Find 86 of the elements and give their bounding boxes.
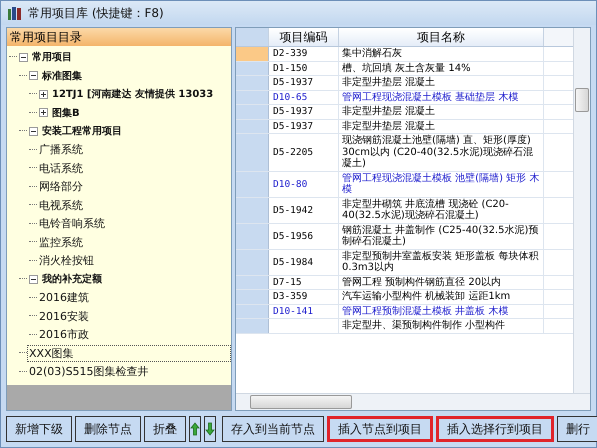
action-button[interactable]: 删行: [557, 416, 597, 442]
table-cell: D10-80: [269, 172, 339, 196]
tree-item[interactable]: 02(03)S515图集检查井: [27, 363, 151, 380]
action-button[interactable]: 存入到当前节点: [222, 416, 324, 442]
tree-item[interactable]: 我的补充定额: [40, 271, 104, 288]
table-cell: 集中消解石灰: [339, 47, 544, 60]
table-cell: 非定型井、渠预制构件制作 小型构件: [339, 319, 544, 332]
toolbar-button[interactable]: 折叠: [144, 416, 186, 442]
table-cell: 非定型预制井室盖板安装 矩形盖板 每块体积0.3m3以内: [339, 250, 544, 274]
row-header[interactable]: [236, 319, 269, 332]
row-header[interactable]: [236, 250, 269, 274]
move-down-button[interactable]: [204, 416, 216, 442]
table-cell: D2-339: [269, 47, 339, 60]
tree-item[interactable]: 标准图集: [40, 68, 84, 84]
table-cell: 管网工程现浇混凝土模板 池壁(隔墙) 矩形 木模: [339, 172, 544, 196]
tree-item[interactable]: 12TJ1 [河南建达 友情提供 13033: [50, 86, 216, 102]
tree-item[interactable]: XXX图集: [27, 344, 231, 362]
tree-item[interactable]: 2016安装: [37, 308, 91, 325]
table-cell: 管网工程预制混凝土模板 井盖板 木模: [339, 304, 544, 318]
table-cell: D1-150: [269, 62, 339, 75]
tree-item[interactable]: 电铃音响系统: [37, 215, 107, 232]
row-header[interactable]: [236, 47, 269, 60]
expand-icon[interactable]: [39, 108, 48, 118]
row-header[interactable]: [236, 120, 269, 133]
action-button[interactable]: 插入节点到项目: [327, 416, 433, 442]
table-cell: D5-1937: [269, 120, 339, 133]
table-cell: 汽车运输小型构件 机械装卸 运距1km: [339, 290, 544, 304]
row-header[interactable]: [236, 304, 269, 318]
row-header[interactable]: [236, 62, 269, 75]
table-cell: D5-2205: [269, 134, 339, 170]
table-cell: 管网工程 预制构件钢筋直径 20以内: [339, 276, 544, 289]
table-cell: 非定型井垫层 混凝土: [339, 76, 544, 90]
row-header[interactable]: [236, 198, 269, 222]
collapse-icon[interactable]: [19, 52, 28, 62]
row-header[interactable]: [236, 290, 269, 304]
tree-item[interactable]: 常用项目: [30, 49, 74, 66]
horizontal-scrollbar[interactable]: [236, 393, 590, 410]
table-cell: D5-1937: [269, 76, 339, 90]
tree-item[interactable]: 广播系统: [37, 141, 85, 158]
tree-item[interactable]: 网络部分: [37, 178, 85, 196]
tree-item[interactable]: 监控系统: [37, 234, 85, 251]
vertical-scrollbar[interactable]: [573, 28, 590, 393]
tree-item[interactable]: 2016建筑: [37, 289, 91, 306]
table-cell: D10-141: [269, 304, 339, 318]
table-cell: D10-65: [269, 90, 339, 104]
tree-item[interactable]: 安装工程常用项目: [40, 123, 124, 140]
table-cell: 非定型井垫层 混凝土: [339, 105, 544, 118]
table-cell: 非定型井垫层 混凝土: [339, 120, 544, 133]
table-cell: D7-15: [269, 276, 339, 289]
table-cell: 槽、坑回填 灰土含灰量 14%: [339, 62, 544, 75]
table-cell: 非定型井砌筑 井底流槽 现浇砼 (C20-40(32.5水泥)现浇碎石混凝土): [339, 198, 544, 222]
row-header[interactable]: [236, 276, 269, 289]
column-header[interactable]: 项目编码: [269, 28, 339, 46]
table-cell: D3-359: [269, 290, 339, 304]
row-header[interactable]: [236, 224, 269, 248]
collapse-icon[interactable]: [29, 71, 38, 80]
tree-item[interactable]: 消火栓按钮: [37, 252, 96, 270]
move-up-button[interactable]: [189, 416, 201, 442]
table-cell: D5-1937: [269, 105, 339, 118]
collapse-icon[interactable]: [29, 126, 38, 136]
row-header[interactable]: [236, 76, 269, 90]
tree-item[interactable]: 电视系统: [37, 196, 85, 214]
table-cell: D5-1984: [269, 250, 339, 274]
table-cell: D5-1956: [269, 224, 339, 248]
expand-icon[interactable]: [39, 90, 48, 99]
collapse-icon[interactable]: [29, 274, 38, 284]
table-cell: 钢筋混凝土 井盖制作 (C25-40(32.5水泥)预制碎石混凝土): [339, 224, 544, 248]
tree-item[interactable]: 电话系统: [37, 160, 85, 177]
toolbar-button[interactable]: 删除节点: [75, 416, 141, 442]
table-cell: D5-1942: [269, 198, 339, 222]
table-cell: 管网工程现浇混凝土模板 基础垫层 木模: [339, 90, 544, 104]
tree-item[interactable]: 2016市政: [37, 326, 91, 344]
row-header[interactable]: [236, 90, 269, 104]
table-cell: 现浇钢筋混凝土池壁(隔墙) 直、矩形(厚度) 30cm以内 (C20-40(32.5水泥)现浇碎石混凝土): [339, 134, 544, 170]
tree-item[interactable]: 图集B: [50, 104, 82, 121]
row-header[interactable]: [236, 105, 269, 118]
books-icon: [7, 5, 23, 21]
window-title: 常用项目库 (快捷键：F8): [28, 4, 164, 22]
up-arrow-icon: [190, 422, 200, 436]
header-corner[interactable]: [236, 28, 269, 46]
row-header[interactable]: [236, 134, 269, 170]
row-header[interactable]: [236, 172, 269, 196]
down-arrow-icon: [205, 422, 215, 436]
action-button[interactable]: 插入选择行到项目: [436, 416, 554, 442]
toolbar-button[interactable]: 新增下级: [6, 416, 72, 442]
tree-header: 常用项目目录: [7, 28, 231, 46]
